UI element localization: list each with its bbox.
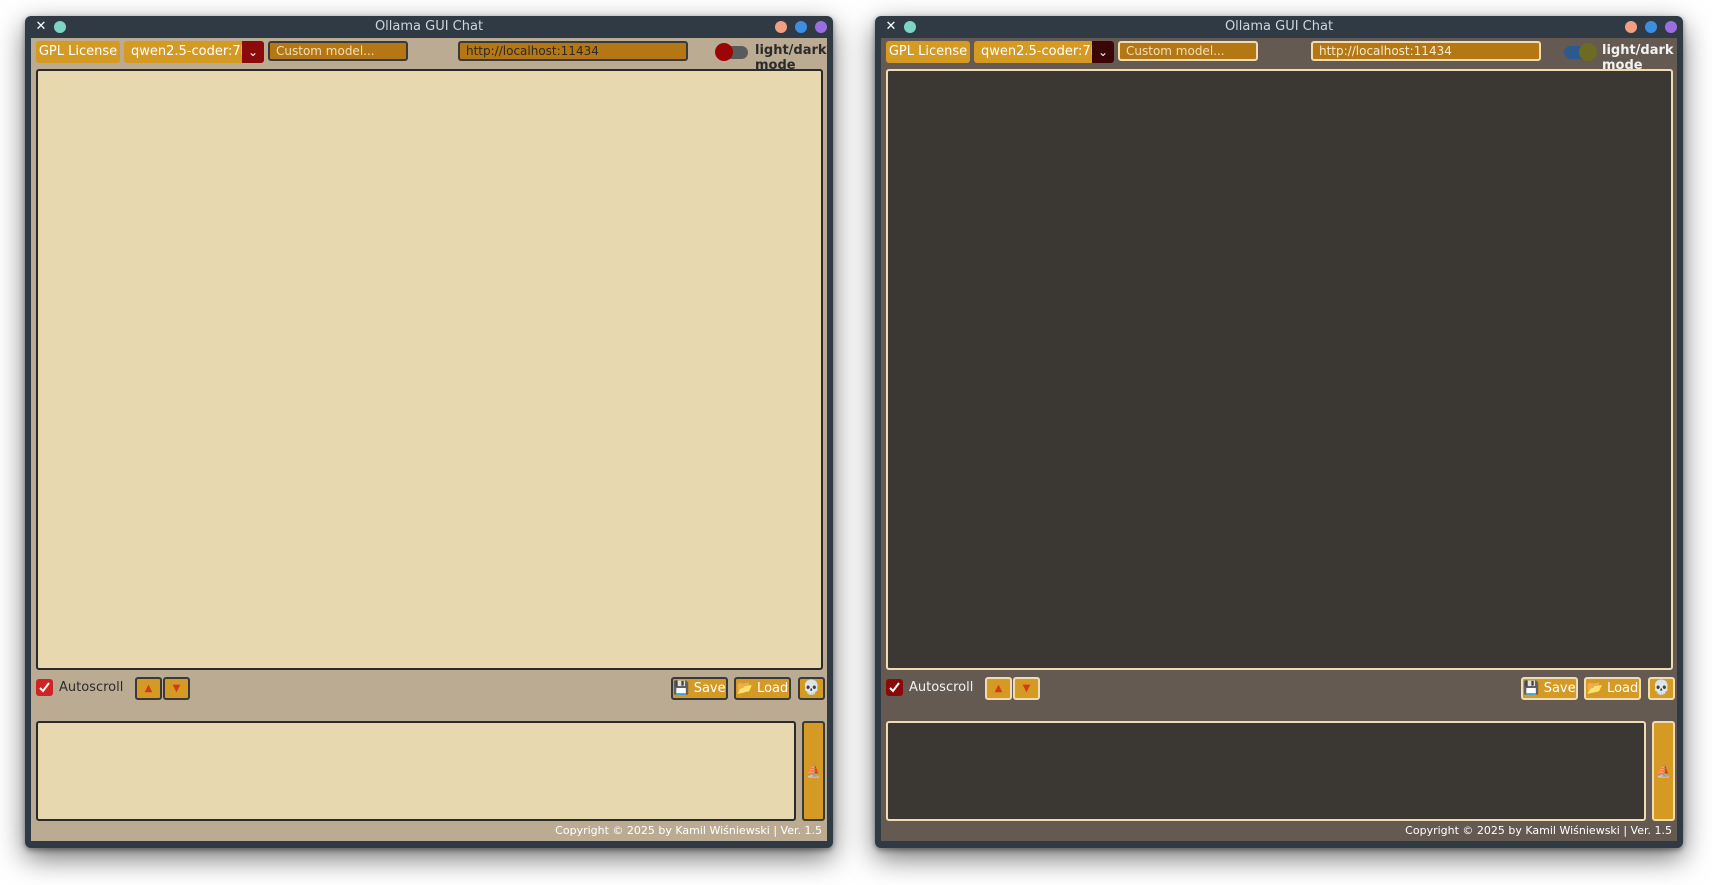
custom-model-input[interactable]: Custom model... xyxy=(268,41,408,61)
chevron-down-icon[interactable]: ⌄ xyxy=(242,41,264,63)
clear-chat-skull-button[interactable]: 💀 xyxy=(798,677,825,700)
toggle-knob xyxy=(1579,43,1597,61)
send-button[interactable]: ⛵ xyxy=(802,721,825,821)
clear-chat-skull-button[interactable]: 💀 xyxy=(1648,677,1675,700)
minimize-dot-icon[interactable] xyxy=(1625,21,1637,33)
window-title: Ollama GUI Chat xyxy=(374,19,484,34)
scroll-up-button[interactable]: ▲ xyxy=(135,677,162,700)
chevron-down-icon[interactable]: ⌄ xyxy=(1092,41,1114,63)
copyright-footer: Copyright © 2025 by Kamil Wiśniewski | V… xyxy=(1405,824,1672,837)
message-input[interactable] xyxy=(886,721,1646,821)
scroll-up-button[interactable]: ▲ xyxy=(985,677,1012,700)
dark-window: ✕ Ollama GUI Chat GPL License qwen2.5-co… xyxy=(875,16,1683,848)
autoscroll-checkbox[interactable] xyxy=(886,679,903,696)
maximize-dot-icon[interactable] xyxy=(795,21,807,33)
custom-model-input[interactable]: Custom model... xyxy=(1118,41,1258,61)
send-button[interactable]: ⛵ xyxy=(1652,721,1675,821)
shade-dot-icon[interactable] xyxy=(815,21,827,33)
message-input[interactable] xyxy=(36,721,796,821)
model-select[interactable]: qwen2.5-coder:7b ⌄ xyxy=(974,41,1114,63)
maximize-dot-icon[interactable] xyxy=(1645,21,1657,33)
save-button[interactable]: 💾 Save xyxy=(671,677,728,700)
autoscroll-label: Autoscroll xyxy=(909,680,974,695)
toggle-knob xyxy=(715,43,733,61)
server-url-input[interactable]: http://localhost:11434 xyxy=(1311,41,1541,61)
checkmark-icon xyxy=(39,682,50,693)
load-button[interactable]: 📂 Load xyxy=(1584,677,1641,700)
gpl-license-button[interactable]: GPL License xyxy=(36,41,120,63)
window-titlebar[interactable]: ✕ Ollama GUI Chat xyxy=(875,16,1683,38)
app-client-area: GPL License qwen2.5-coder:7b ⌄ Custom mo… xyxy=(881,38,1677,841)
chat-history-area[interactable] xyxy=(886,69,1673,670)
gpl-license-button[interactable]: GPL License xyxy=(886,41,970,63)
light-window: ✕ Ollama GUI Chat GPL License qwen2.5-co… xyxy=(25,16,833,848)
model-select-value: qwen2.5-coder:7b xyxy=(131,44,249,59)
shade-dot-icon[interactable] xyxy=(1665,21,1677,33)
window-titlebar[interactable]: ✕ Ollama GUI Chat xyxy=(25,16,833,38)
chat-history-area[interactable] xyxy=(36,69,823,670)
autoscroll-checkbox[interactable] xyxy=(36,679,53,696)
server-url-input[interactable]: http://localhost:11434 xyxy=(458,41,688,61)
app-client-area: GPL License qwen2.5-coder:7b ⌄ Custom mo… xyxy=(31,38,827,841)
checkmark-icon xyxy=(889,682,900,693)
scroll-down-button[interactable]: ▼ xyxy=(1013,677,1040,700)
theme-toggle[interactable] xyxy=(715,43,748,61)
save-button[interactable]: 💾 Save xyxy=(1521,677,1578,700)
scroll-down-button[interactable]: ▼ xyxy=(163,677,190,700)
copyright-footer: Copyright © 2025 by Kamil Wiśniewski | V… xyxy=(555,824,822,837)
theme-toggle[interactable] xyxy=(1564,43,1597,61)
minimize-dot-icon[interactable] xyxy=(775,21,787,33)
autoscroll-label: Autoscroll xyxy=(59,680,124,695)
window-title: Ollama GUI Chat xyxy=(1224,19,1334,34)
model-select[interactable]: qwen2.5-coder:7b ⌄ xyxy=(124,41,264,63)
model-select-value: qwen2.5-coder:7b xyxy=(981,44,1099,59)
load-button[interactable]: 📂 Load xyxy=(734,677,791,700)
